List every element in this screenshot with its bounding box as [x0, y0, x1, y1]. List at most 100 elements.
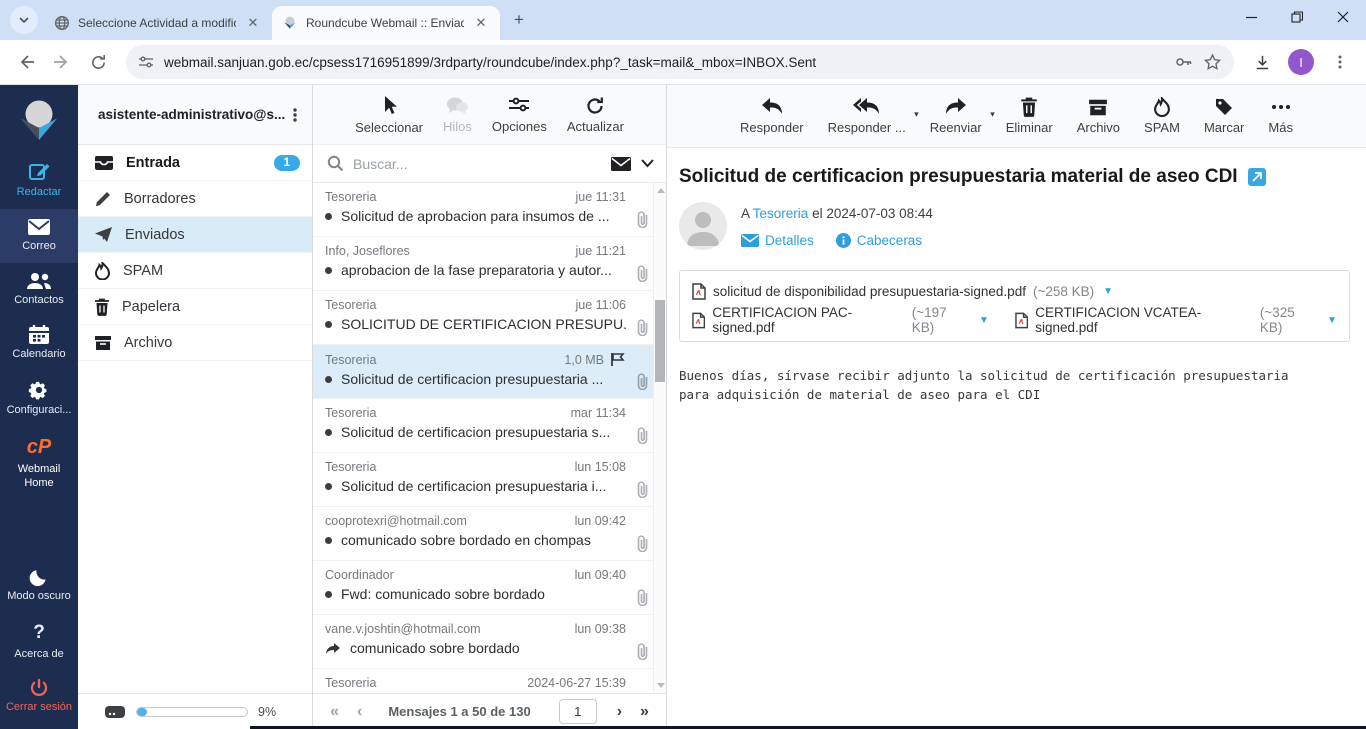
attachment-item[interactable]: CERTIFICACION VCATEA-signed.pdf (~325 KB…	[1015, 305, 1337, 335]
new-tab-button[interactable]: +	[506, 7, 532, 33]
bookmark-star-icon[interactable]	[1203, 53, 1222, 72]
message-subject: SOLICITUD DE CERTIFICACION PRESUPU...	[341, 316, 626, 332]
attachment-menu-caret[interactable]: ▼	[1103, 286, 1113, 297]
archive-button[interactable]: Archivo	[1077, 98, 1120, 135]
pagination-info: Mensajes 1 a 50 de 130	[388, 704, 530, 719]
last-page-button[interactable]: »	[638, 703, 651, 721]
reload-button[interactable]	[82, 46, 114, 78]
sidebar-item-configuracion[interactable]: Configuraci...	[0, 371, 78, 427]
search-icon	[327, 155, 344, 172]
unread-dot	[325, 267, 332, 274]
message-row[interactable]: cooprotexri@hotmail.comlun 09:42 comunic…	[313, 507, 666, 561]
spam-button[interactable]: SPAM	[1144, 97, 1180, 135]
search-scope-mail-icon[interactable]	[610, 156, 632, 172]
tab-seleccione-actividad[interactable]: Seleccione Actividad a modifica ✕	[44, 6, 272, 40]
search-input[interactable]	[353, 156, 601, 172]
folder-entrada[interactable]: Entrada 1	[78, 145, 312, 181]
sidebar-item-calendario[interactable]: Calendario	[0, 316, 78, 371]
forward-button-mail[interactable]: Reenviar ▾	[930, 97, 982, 135]
folder-papelera[interactable]: Papelera	[78, 289, 312, 325]
message-row[interactable]: Tesorerialun 15:08 Solicitud de certific…	[313, 453, 666, 507]
unread-dot	[325, 591, 332, 598]
site-info-icon[interactable]	[138, 54, 154, 70]
more-button[interactable]: Más	[1268, 97, 1293, 135]
attachment-menu-caret[interactable]: ▼	[1327, 315, 1337, 326]
tab-roundcube-webmail[interactable]: Roundcube Webmail :: Enviados ✕	[272, 6, 500, 40]
restore-button[interactable]	[1274, 0, 1320, 34]
flag-icon	[610, 352, 626, 367]
search-options-chevron-icon[interactable]	[641, 159, 654, 168]
message-row[interactable]: Tesoreriamar 11:34 Solicitud de certific…	[313, 399, 666, 453]
roundcube-app: Redactar Correo Contactos Calendario Con…	[0, 85, 1366, 729]
reply-all-button[interactable]: Responder ... ▾	[828, 97, 906, 135]
tab-title: Roundcube Webmail :: Enviados	[306, 16, 464, 30]
folder-borradores[interactable]: Borradores	[78, 181, 312, 217]
tab-close-icon[interactable]: ✕	[472, 14, 490, 32]
folder-spam[interactable]: SPAM	[78, 253, 312, 289]
options-button[interactable]: Opciones	[492, 96, 547, 134]
sidebar-item-redactar[interactable]: Redactar	[0, 153, 78, 209]
details-toggle[interactable]: Detalles	[741, 233, 814, 248]
pagination-bar: « ‹ Mensajes 1 a 50 de 130 › »	[313, 693, 666, 729]
first-page-button[interactable]: «	[328, 703, 341, 721]
message-row[interactable]: Tesoreria2024-06-27 15:39	[313, 669, 666, 692]
attachment-item[interactable]: CERTIFICACION PAC-signed.pdf (~197 KB) ▼	[692, 305, 989, 335]
sidebar-item-contactos[interactable]: Contactos	[0, 263, 78, 317]
headers-toggle[interactable]: Cabeceras	[836, 233, 922, 248]
sidebar-item-label: Cerrar sesión	[6, 701, 72, 713]
message-row[interactable]: Tesoreriajue 11:31 Solicitud de aprobaci…	[313, 183, 666, 237]
message-row[interactable]: Tesoreriajue 11:06 SOLICITUD DE CERTIFIC…	[313, 291, 666, 345]
scroll-down-arrow[interactable]	[657, 683, 665, 688]
sidebar-item-cerrar-sesion[interactable]: Cerrar sesión	[0, 670, 78, 729]
folder-enviados[interactable]: Enviados	[78, 217, 312, 253]
message-row[interactable]: vane.v.joshtin@hotmail.comlun 09:38 comu…	[313, 615, 666, 669]
downloads-button[interactable]	[1246, 46, 1278, 78]
message-subject-title: Solicitud de certificacion presupuestari…	[679, 166, 1238, 188]
tab-close-icon[interactable]: ✕	[244, 14, 262, 32]
back-button[interactable]	[10, 46, 42, 78]
button-label: Hilos	[443, 119, 472, 134]
browser-menu-button[interactable]	[1324, 46, 1356, 78]
scroll-up-arrow[interactable]	[657, 188, 665, 193]
mark-button[interactable]: Marcar	[1204, 97, 1244, 135]
sidebar-item-webmail-home[interactable]: cP Webmail Home	[0, 427, 78, 500]
message-row[interactable]: Info, Josefloresjue 11:21 aprobacion de …	[313, 237, 666, 291]
message-row[interactable]: Coordinadorlun 09:40 Fwd: comunicado sob…	[313, 561, 666, 615]
url-bar[interactable]: webmail.sanjuan.gob.ec/cpsess1716951899/…	[126, 45, 1234, 79]
message-row-selected[interactable]: Tesoreria 1,0 MB Solicitud de certificac…	[313, 345, 666, 399]
tab-title: Seleccione Actividad a modifica	[78, 16, 236, 30]
minimize-button[interactable]	[1228, 0, 1274, 34]
question-icon: ?	[2, 621, 76, 645]
sidebar-item-correo[interactable]: Correo	[0, 209, 78, 263]
account-menu-icon[interactable]	[288, 107, 302, 123]
tab-search-button[interactable]	[10, 6, 38, 34]
folder-archivo[interactable]: Archivo	[78, 325, 312, 361]
prev-page-button[interactable]: ‹	[355, 703, 364, 721]
close-window-button[interactable]	[1320, 0, 1366, 34]
forward-button[interactable]	[46, 46, 78, 78]
recipient-link[interactable]: Tesoreria	[753, 206, 809, 221]
reply-all-dropdown-caret[interactable]: ▾	[914, 109, 919, 120]
threads-button[interactable]: Hilos	[443, 96, 472, 134]
message-subject: Solicitud de aprobacion para insumos de …	[341, 208, 626, 224]
page-number-input[interactable]	[559, 699, 597, 724]
browser-profile-avatar[interactable]: I	[1288, 49, 1314, 75]
forward-dropdown-caret[interactable]: ▾	[990, 109, 995, 120]
scrollbar-thumb[interactable]	[655, 300, 665, 382]
message-date: jue 11:06	[575, 298, 626, 312]
refresh-button[interactable]: Actualizar	[567, 96, 624, 134]
globe-icon	[54, 15, 70, 31]
archive-icon	[1088, 98, 1108, 117]
attachment-menu-caret[interactable]: ▼	[979, 315, 989, 326]
open-in-new-window-icon[interactable]	[1248, 168, 1266, 186]
list-scrollbar[interactable]	[653, 183, 666, 693]
select-button[interactable]: Seleccionar	[355, 95, 423, 135]
delete-button[interactable]: Eliminar	[1006, 97, 1053, 135]
attachment-item[interactable]: solicitud de disponibilidad presupuestar…	[692, 283, 1113, 300]
next-page-button[interactable]: ›	[615, 703, 624, 721]
sidebar-item-acerca-de[interactable]: ? Acerca de	[0, 613, 78, 671]
sidebar-item-modo-oscuro[interactable]: Modo oscuro	[0, 559, 78, 613]
message-subject: Solicitud de certificacion presupuestari…	[341, 424, 626, 440]
password-key-icon[interactable]	[1173, 52, 1193, 72]
reply-button[interactable]: Responder	[740, 97, 804, 135]
